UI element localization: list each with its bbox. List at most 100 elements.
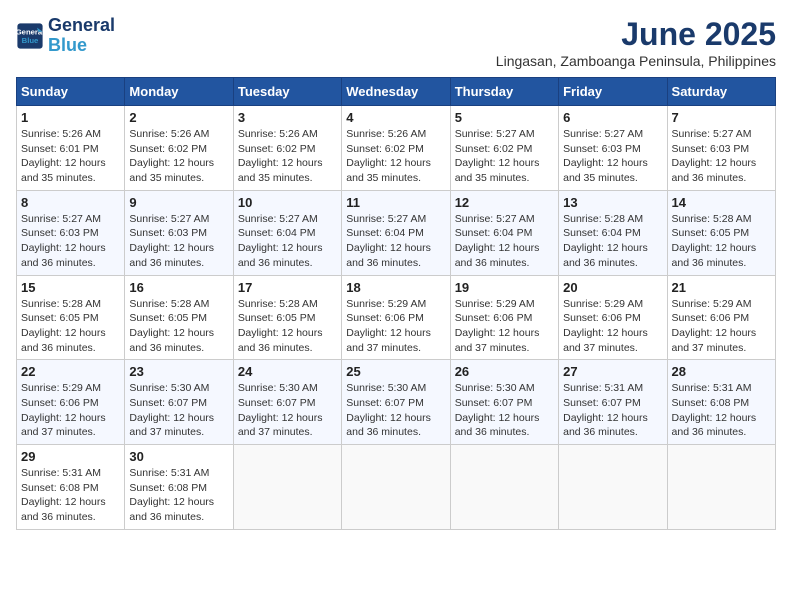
calendar-cell: 18 Sunrise: 5:29 AMSunset: 6:06 PMDayligh… [342,275,450,360]
calendar-cell: 19 Sunrise: 5:29 AMSunset: 6:06 PMDayligh… [450,275,558,360]
day-info: Sunrise: 5:27 AMSunset: 6:02 PMDaylight:… [455,127,554,186]
day-number: 2 [129,110,228,125]
day-number: 17 [238,280,337,295]
day-number: 3 [238,110,337,125]
calendar-cell: 30Sunrise: 5:31 AMSunset: 6:08 PMDayligh… [125,445,233,530]
calendar-cell: 13 Sunrise: 5:28 AMSunset: 6:04 PMDayligh… [559,190,667,275]
calendar-table: SundayMondayTuesdayWednesdayThursdayFrid… [16,77,776,530]
day-info: Sunrise: 5:29 AMSunset: 6:06 PMDaylight:… [455,297,554,356]
day-number: 29 [21,449,120,464]
day-number: 13 [563,195,662,210]
day-info: Sunrise: 5:27 AMSunset: 6:04 PMDaylight:… [455,212,554,271]
day-number: 15 [21,280,120,295]
page-header: General Blue General Blue June 2025 Ling… [16,16,776,69]
day-info: Sunrise: 5:31 AMSunset: 6:07 PMDaylight:… [563,381,662,440]
day-info: Sunrise: 5:30 AMSunset: 6:07 PMDaylight:… [346,381,445,440]
calendar-cell: 10 Sunrise: 5:27 AMSunset: 6:04 PMDayligh… [233,190,341,275]
svg-text:Blue: Blue [22,36,39,45]
calendar-cell [450,445,558,530]
calendar-cell: 8 Sunrise: 5:27 AMSunset: 6:03 PMDaylight… [17,190,125,275]
svg-text:General: General [16,27,44,36]
day-header-thursday: Thursday [450,78,558,106]
calendar-cell: 28Sunrise: 5:31 AMSunset: 6:08 PMDayligh… [667,360,775,445]
calendar-cell [342,445,450,530]
calendar-week-1: 1 Sunrise: 5:26 AMSunset: 6:01 PMDaylight… [17,106,776,191]
day-number: 1 [21,110,120,125]
day-info: Sunrise: 5:28 AMSunset: 6:04 PMDaylight:… [563,212,662,271]
day-info: Sunrise: 5:29 AMSunset: 6:06 PMDaylight:… [672,297,771,356]
calendar-cell: 9 Sunrise: 5:27 AMSunset: 6:03 PMDaylight… [125,190,233,275]
calendar-cell: 3Sunrise: 5:26 AMSunset: 6:02 PMDaylight… [233,106,341,191]
day-info: Sunrise: 5:30 AMSunset: 6:07 PMDaylight:… [129,381,228,440]
day-number: 12 [455,195,554,210]
calendar-cell: 21 Sunrise: 5:29 AMSunset: 6:06 PMDayligh… [667,275,775,360]
calendar-cell: 26 Sunrise: 5:30 AMSunset: 6:07 PMDayligh… [450,360,558,445]
day-header-saturday: Saturday [667,78,775,106]
day-info: Sunrise: 5:29 AMSunset: 6:06 PMDaylight:… [346,297,445,356]
day-info: Sunrise: 5:26 AMSunset: 6:01 PMDaylight:… [21,127,120,186]
day-header-monday: Monday [125,78,233,106]
calendar-cell: 2 Sunrise: 5:26 AMSunset: 6:02 PMDaylight… [125,106,233,191]
calendar-cell: 4 Sunrise: 5:26 AMSunset: 6:02 PMDaylight… [342,106,450,191]
title-area: June 2025 Lingasan, Zamboanga Peninsula,… [496,16,776,69]
day-number: 23 [129,364,228,379]
day-header-wednesday: Wednesday [342,78,450,106]
day-info: Sunrise: 5:31 AMSunset: 6:08 PMDaylight:… [21,466,120,525]
calendar-cell: 5 Sunrise: 5:27 AMSunset: 6:02 PMDaylight… [450,106,558,191]
day-info: Sunrise: 5:26 AMSunset: 6:02 PMDaylight:… [129,127,228,186]
logo: General Blue General Blue [16,16,115,56]
calendar-cell [233,445,341,530]
day-number: 9 [129,195,228,210]
calendar-cell: 1 Sunrise: 5:26 AMSunset: 6:01 PMDaylight… [17,106,125,191]
day-number: 30 [129,449,228,464]
day-info: Sunrise: 5:30 AMSunset: 6:07 PMDaylight:… [238,381,337,440]
day-number: 6 [563,110,662,125]
day-number: 4 [346,110,445,125]
day-header-friday: Friday [559,78,667,106]
day-number: 19 [455,280,554,295]
calendar-cell: 24Sunrise: 5:30 AMSunset: 6:07 PMDayligh… [233,360,341,445]
logo-text-blue: Blue [48,36,115,56]
day-header-tuesday: Tuesday [233,78,341,106]
day-info: Sunrise: 5:27 AMSunset: 6:03 PMDaylight:… [21,212,120,271]
day-info: Sunrise: 5:29 AMSunset: 6:06 PMDaylight:… [21,381,120,440]
day-info: Sunrise: 5:27 AMSunset: 6:03 PMDaylight:… [563,127,662,186]
day-number: 16 [129,280,228,295]
day-number: 27 [563,364,662,379]
calendar-cell: 14 Sunrise: 5:28 AMSunset: 6:05 PMDayligh… [667,190,775,275]
day-number: 14 [672,195,771,210]
calendar-subtitle: Lingasan, Zamboanga Peninsula, Philippin… [496,53,776,69]
day-info: Sunrise: 5:27 AMSunset: 6:03 PMDaylight:… [129,212,228,271]
day-header-sunday: Sunday [17,78,125,106]
calendar-header-row: SundayMondayTuesdayWednesdayThursdayFrid… [17,78,776,106]
day-info: Sunrise: 5:29 AMSunset: 6:06 PMDaylight:… [563,297,662,356]
calendar-week-4: 22 Sunrise: 5:29 AMSunset: 6:06 PMDayligh… [17,360,776,445]
calendar-cell [559,445,667,530]
day-info: Sunrise: 5:27 AMSunset: 6:04 PMDaylight:… [238,212,337,271]
calendar-cell: 23 Sunrise: 5:30 AMSunset: 6:07 PMDayligh… [125,360,233,445]
day-info: Sunrise: 5:28 AMSunset: 6:05 PMDaylight:… [238,297,337,356]
day-number: 7 [672,110,771,125]
day-number: 25 [346,364,445,379]
day-number: 26 [455,364,554,379]
calendar-cell: 16 Sunrise: 5:28 AMSunset: 6:05 PMDayligh… [125,275,233,360]
calendar-cell: 20Sunrise: 5:29 AMSunset: 6:06 PMDayligh… [559,275,667,360]
day-number: 10 [238,195,337,210]
calendar-cell: 25 Sunrise: 5:30 AMSunset: 6:07 PMDayligh… [342,360,450,445]
day-number: 5 [455,110,554,125]
day-number: 18 [346,280,445,295]
calendar-week-3: 15 Sunrise: 5:28 AMSunset: 6:05 PMDayligh… [17,275,776,360]
calendar-cell: 11Sunrise: 5:27 AMSunset: 6:04 PMDayligh… [342,190,450,275]
day-number: 22 [21,364,120,379]
day-number: 21 [672,280,771,295]
day-info: Sunrise: 5:30 AMSunset: 6:07 PMDaylight:… [455,381,554,440]
calendar-week-2: 8 Sunrise: 5:27 AMSunset: 6:03 PMDaylight… [17,190,776,275]
logo-icon: General Blue [16,22,44,50]
day-number: 8 [21,195,120,210]
calendar-title: June 2025 [496,16,776,53]
day-info: Sunrise: 5:28 AMSunset: 6:05 PMDaylight:… [672,212,771,271]
day-info: Sunrise: 5:28 AMSunset: 6:05 PMDaylight:… [129,297,228,356]
day-number: 28 [672,364,771,379]
day-info: Sunrise: 5:26 AMSunset: 6:02 PMDaylight:… [346,127,445,186]
calendar-cell: 12 Sunrise: 5:27 AMSunset: 6:04 PMDayligh… [450,190,558,275]
